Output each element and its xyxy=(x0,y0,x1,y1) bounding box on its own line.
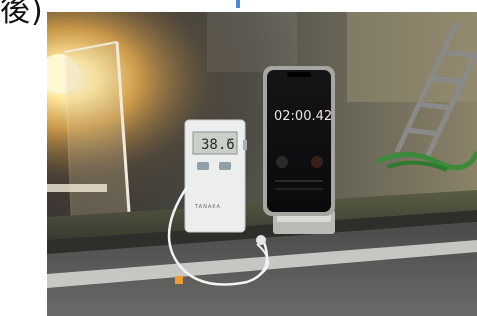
timer-button-right xyxy=(311,156,323,168)
thermometer-unit: °C xyxy=(227,138,234,145)
timer-button-left xyxy=(276,156,288,168)
photo: 38.6 °C TANAKA 02:00.42 xyxy=(47,12,477,316)
thermometer-button-right xyxy=(219,162,231,170)
digital-thermometer: 38.6 °C TANAKA xyxy=(184,119,247,233)
cable-tag xyxy=(175,276,183,284)
caption-marker xyxy=(236,0,240,8)
caption-text: 後) xyxy=(0,0,44,29)
phone-timer: 02:00.42 xyxy=(274,109,332,124)
thermometer-brand: TANAKA xyxy=(194,204,221,210)
sensor-probe xyxy=(256,235,266,245)
thermometer-button-left xyxy=(197,162,209,170)
smartphone: 02:00.42 xyxy=(263,66,335,216)
